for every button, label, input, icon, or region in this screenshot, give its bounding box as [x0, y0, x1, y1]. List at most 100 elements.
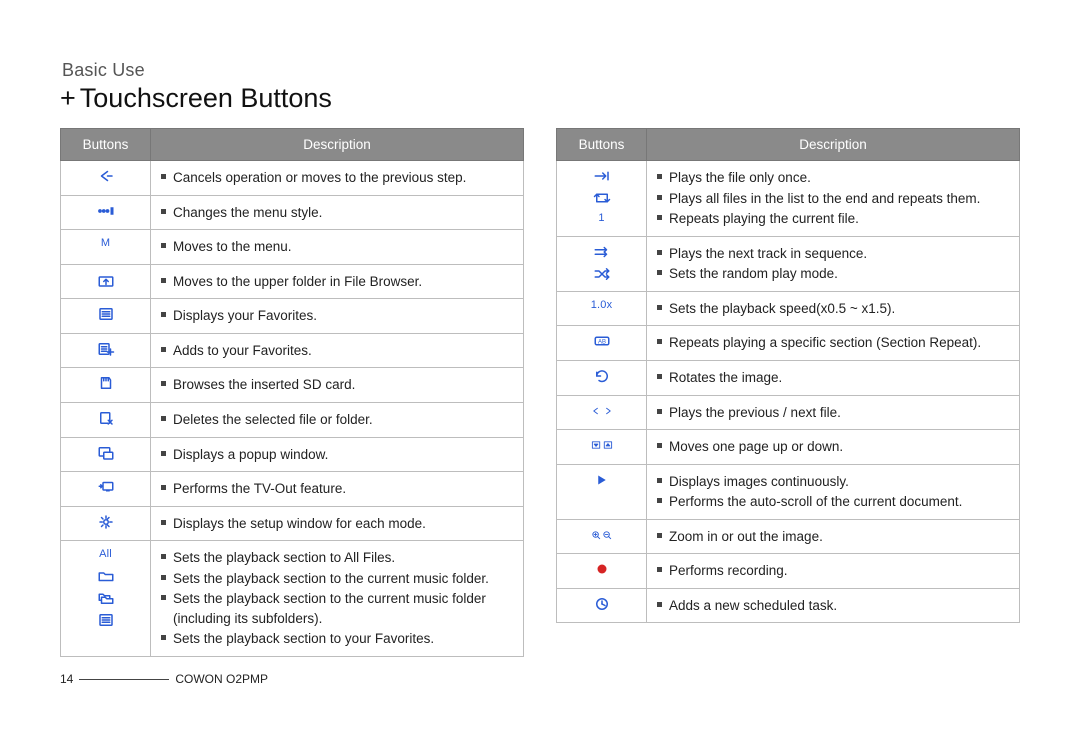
description-cell: Adds to your Favorites.	[151, 333, 524, 368]
shuffle-icon	[591, 265, 613, 283]
button-icon-cell: 1	[557, 161, 647, 237]
description-item: Zoom in or out the image.	[655, 527, 1011, 547]
table-row: Adds to your Favorites.	[61, 333, 524, 368]
record-icon	[591, 560, 613, 578]
description-item: Plays the next track in sequence.	[655, 244, 1011, 264]
button-icon-cell	[61, 437, 151, 472]
description-cell: Zoom in or out the image.	[647, 519, 1020, 554]
button-icon-cell: 1.0x	[557, 291, 647, 326]
svg-text:AB: AB	[597, 340, 605, 346]
description-item: Plays all files in the list to the end a…	[655, 189, 1011, 209]
all-files-icon: All	[99, 547, 112, 563]
description-cell: Plays the file only once.Plays all files…	[647, 161, 1020, 237]
button-icon-cell: AB	[557, 326, 647, 361]
button-icon-cell	[557, 395, 647, 430]
description-item: Plays the file only once.	[655, 168, 1011, 188]
repeat-one-icon: 1	[598, 211, 604, 227]
description-cell: Moves to the upper folder in File Browse…	[151, 264, 524, 299]
description-item: Cancels operation or moves to the previo…	[159, 168, 515, 188]
table-row: Displays images continuously.Performs th…	[557, 464, 1020, 519]
folder-up-icon	[95, 271, 117, 289]
description-cell: Sets the playback section to All Files.S…	[151, 541, 524, 657]
button-icon-cell	[61, 299, 151, 334]
favorites-section-icon	[95, 611, 117, 629]
button-icon-cell: M	[61, 230, 151, 265]
button-icon-cell: All	[61, 541, 151, 657]
description-cell: Sets the playback speed(x0.5 ~ x1.5).	[647, 291, 1020, 326]
page-footer: 14 COWON O2PMP	[60, 672, 268, 686]
popup-window-icon	[95, 444, 117, 462]
section-repeat-icon: AB	[591, 332, 613, 350]
button-icon-cell	[557, 588, 647, 623]
description-item: Adds to your Favorites.	[159, 341, 515, 361]
description-item: Deletes the selected file or folder.	[159, 410, 515, 430]
table-row: Changes the menu style.	[61, 195, 524, 230]
table-row: 1 Plays the file only once.Plays all file…	[557, 161, 1020, 237]
table-row: All Sets the playback section to All File…	[61, 541, 524, 657]
left-column: Buttons Description Cancels operation or…	[60, 128, 524, 657]
next-track-icon	[591, 243, 613, 261]
button-icon-cell	[557, 519, 647, 554]
description-item: Displays your Favorites.	[159, 306, 515, 326]
button-icon-cell	[61, 472, 151, 507]
button-icon-cell	[61, 402, 151, 437]
description-item: Displays a popup window.	[159, 445, 515, 465]
button-icon-cell	[61, 506, 151, 541]
button-icon-cell	[557, 464, 647, 519]
description-cell: Repeats playing a specific section (Sect…	[647, 326, 1020, 361]
rotate-image-icon	[591, 367, 613, 385]
button-icon-cell	[61, 333, 151, 368]
description-item: Moves one page up or down.	[655, 437, 1011, 457]
button-icon-cell	[557, 360, 647, 395]
page-title: +Touchscreen Buttons	[60, 83, 1020, 114]
back-arrow-icon	[95, 167, 117, 185]
description-item: Rotates the image.	[655, 368, 1011, 388]
description-cell: Displays your Favorites.	[151, 299, 524, 334]
footer-product: COWON O2PMP	[175, 672, 268, 686]
section-label: Basic Use	[62, 60, 1020, 81]
button-icon-cell	[61, 161, 151, 196]
description-item: Moves to the upper folder in File Browse…	[159, 272, 515, 292]
description-item: Repeats playing the current file.	[655, 209, 1011, 229]
table-row: Plays the previous / next file.	[557, 395, 1020, 430]
slideshow-icon	[591, 471, 613, 489]
music-folder-icon	[95, 567, 117, 585]
description-item: Browses the inserted SD card.	[159, 375, 515, 395]
play-once-icon	[591, 167, 613, 185]
zoom-in-out-icon	[591, 526, 613, 544]
button-icon-cell	[61, 264, 151, 299]
playback-speed-icon: 1.0x	[591, 298, 613, 314]
table-row: 1.0x Sets the playback speed(x0.5 ~ x1.5)…	[557, 291, 1020, 326]
description-cell: Displays images continuously.Performs th…	[647, 464, 1020, 519]
page-number: 14	[60, 672, 73, 686]
repeat-all-icon	[591, 189, 613, 207]
table-row: Plays the next track in sequence.Sets th…	[557, 236, 1020, 291]
sd-card-icon	[95, 374, 117, 392]
table-row: Performs the TV-Out feature.	[61, 472, 524, 507]
add-favorite-icon	[95, 340, 117, 358]
description-item: Moves to the menu.	[159, 237, 515, 257]
table-row: AB Repeats playing a specific section (Se…	[557, 326, 1020, 361]
description-cell: Rotates the image.	[647, 360, 1020, 395]
th-description: Description	[647, 129, 1020, 161]
description-item: Plays the previous / next file.	[655, 403, 1011, 423]
table-row: Deletes the selected file or folder.	[61, 402, 524, 437]
description-cell: Performs recording.	[647, 554, 1020, 589]
description-item: Displays images continuously.	[655, 472, 1011, 492]
plus-symbol: +	[60, 83, 76, 114]
description-cell: Displays a popup window.	[151, 437, 524, 472]
description-item: Displays the setup window for each mode.	[159, 514, 515, 534]
th-buttons: Buttons	[557, 129, 647, 161]
table-row: Moves to the upper folder in File Browse…	[61, 264, 524, 299]
description-item: Performs recording.	[655, 561, 1011, 581]
th-buttons: Buttons	[61, 129, 151, 161]
th-description: Description	[151, 129, 524, 161]
table-row: Cancels operation or moves to the previo…	[61, 161, 524, 196]
schedule-task-icon	[591, 595, 613, 613]
description-item: Sets the playback section to All Files.	[159, 548, 515, 568]
page-title-text: Touchscreen Buttons	[80, 83, 332, 113]
music-folder-sub-icon	[95, 589, 117, 607]
setup-gear-icon	[95, 513, 117, 531]
menu-m-icon: M	[101, 236, 110, 252]
table-row: Adds a new scheduled task.	[557, 588, 1020, 623]
